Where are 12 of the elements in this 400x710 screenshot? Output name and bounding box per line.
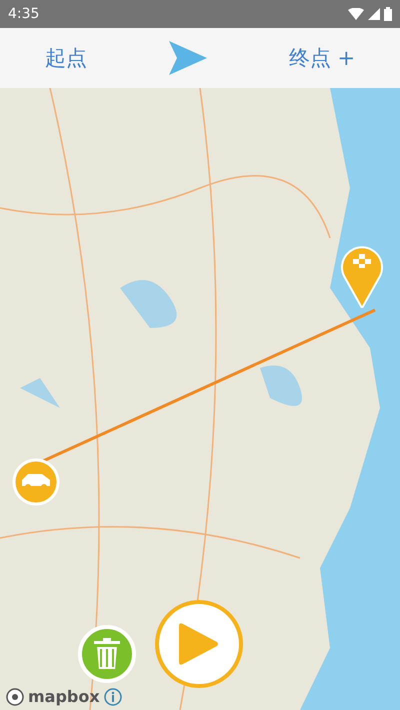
signal-icon [368, 8, 380, 20]
status-time: 4:35 [8, 6, 40, 22]
battery-icon [384, 7, 392, 21]
mapbox-logo-icon [6, 688, 24, 706]
info-icon[interactable] [104, 688, 122, 706]
play-icon [179, 622, 219, 666]
end-point-button[interactable]: 终点 + [280, 40, 364, 76]
wifi-icon [348, 8, 364, 20]
car-marker-icon[interactable] [12, 458, 60, 506]
trash-icon [94, 638, 120, 670]
send-arrow-icon[interactable] [168, 41, 207, 75]
start-point-button[interactable]: 起点 [36, 40, 95, 76]
